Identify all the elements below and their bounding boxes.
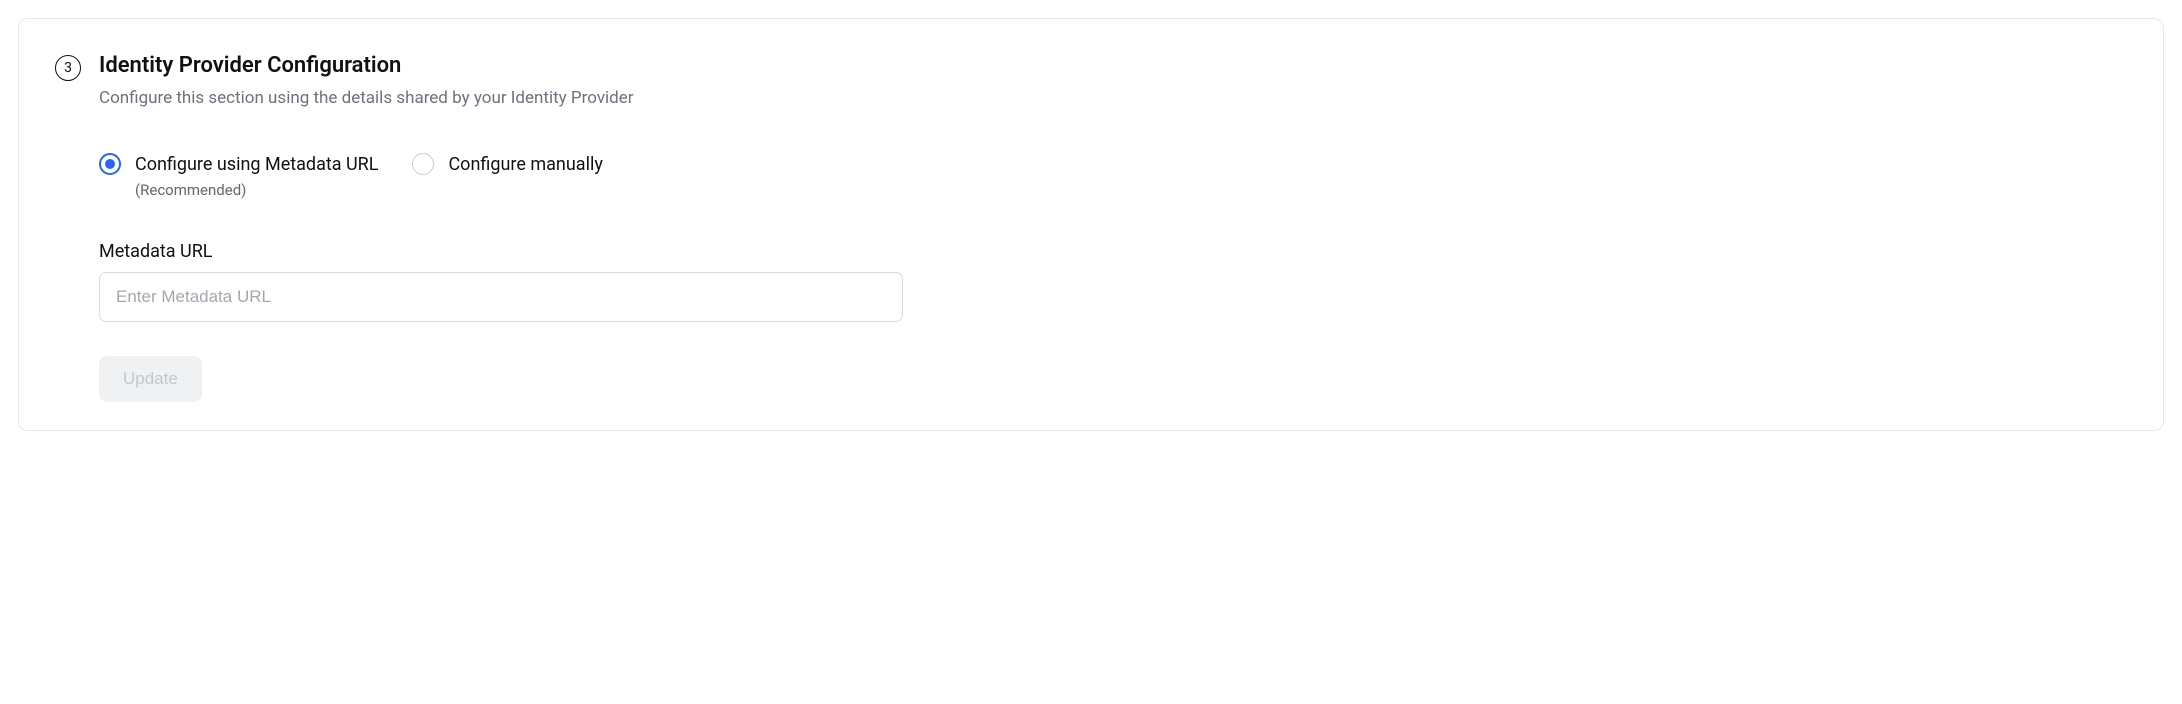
- radio-label-group: Configure using Metadata URL (Recommende…: [135, 152, 378, 199]
- update-button[interactable]: Update: [99, 356, 202, 402]
- radio-sublabel-recommended: (Recommended): [135, 181, 378, 199]
- step-header: 3 Identity Provider Configuration Config…: [55, 53, 2127, 108]
- section-title: Identity Provider Configuration: [99, 53, 2127, 78]
- radio-option-manual[interactable]: Configure manually: [412, 152, 602, 177]
- radio-circle-icon: [412, 153, 434, 175]
- metadata-url-field: Metadata URL: [99, 241, 2127, 322]
- radio-label-group: Configure manually: [448, 152, 602, 177]
- config-content: Configure using Metadata URL (Recommende…: [99, 152, 2127, 402]
- header-text-group: Identity Provider Configuration Configur…: [99, 53, 2127, 108]
- step-number-badge: 3: [55, 55, 81, 81]
- config-mode-radio-group: Configure using Metadata URL (Recommende…: [99, 152, 2127, 199]
- idp-config-card: 3 Identity Provider Configuration Config…: [18, 18, 2164, 431]
- metadata-url-label: Metadata URL: [99, 241, 2127, 262]
- radio-option-metadata-url[interactable]: Configure using Metadata URL (Recommende…: [99, 152, 378, 199]
- radio-label-metadata: Configure using Metadata URL: [135, 152, 378, 177]
- radio-dot-icon: [105, 159, 115, 169]
- action-row: Update: [99, 356, 2127, 402]
- step-number: 3: [64, 60, 72, 76]
- radio-label-manual: Configure manually: [448, 152, 602, 177]
- metadata-url-input[interactable]: [99, 272, 903, 322]
- section-subtitle: Configure this section using the details…: [99, 88, 2127, 108]
- radio-circle-icon: [99, 153, 121, 175]
